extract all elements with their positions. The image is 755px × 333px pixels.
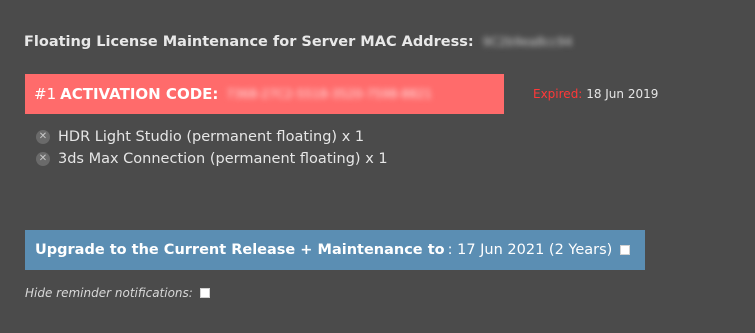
remove-icon: ✕: [36, 152, 50, 166]
upgrade-checkbox[interactable]: [620, 245, 630, 255]
expiry-status: Expired: 18 Jun 2019: [533, 87, 658, 101]
upgrade-maintenance-bar[interactable]: Upgrade to the Current Release + Mainten…: [25, 230, 645, 270]
hide-reminder-row: Hide reminder notifications:: [25, 286, 210, 300]
expired-label: Expired:: [533, 87, 583, 101]
activation-code-value: 7368-27C2-5518-3520-7598-8821: [226, 87, 433, 101]
list-item: ✕ HDR Light Studio (permanent floating) …: [36, 126, 388, 148]
product-name: 3ds Max Connection (permanent floating) …: [58, 151, 388, 167]
server-mac-address: 9C2b9ea8cc94: [482, 35, 573, 49]
upgrade-date: : 17 Jun 2021 (2 Years): [447, 242, 613, 258]
expired-date: 18 Jun 2019: [586, 87, 659, 101]
activation-code-label: ACTIVATION CODE:: [60, 85, 219, 103]
remove-icon: ✕: [36, 130, 50, 144]
hide-reminder-checkbox[interactable]: [199, 288, 210, 298]
product-name: HDR Light Studio (permanent floating) x …: [58, 129, 365, 145]
license-header-title: Floating License Maintenance for Server …: [24, 34, 474, 50]
list-item: ✕ 3ds Max Connection (permanent floating…: [36, 148, 388, 170]
hide-reminder-label: Hide reminder notifications:: [25, 286, 193, 300]
upgrade-label: Upgrade to the Current Release + Mainten…: [35, 242, 445, 258]
license-header: Floating License Maintenance for Server …: [24, 34, 573, 50]
product-list: ✕ HDR Light Studio (permanent floating) …: [36, 126, 388, 170]
activation-number: #1: [34, 85, 57, 103]
activation-code-bar: #1 ACTIVATION CODE: 7368-27C2-5518-3520-…: [25, 74, 504, 114]
